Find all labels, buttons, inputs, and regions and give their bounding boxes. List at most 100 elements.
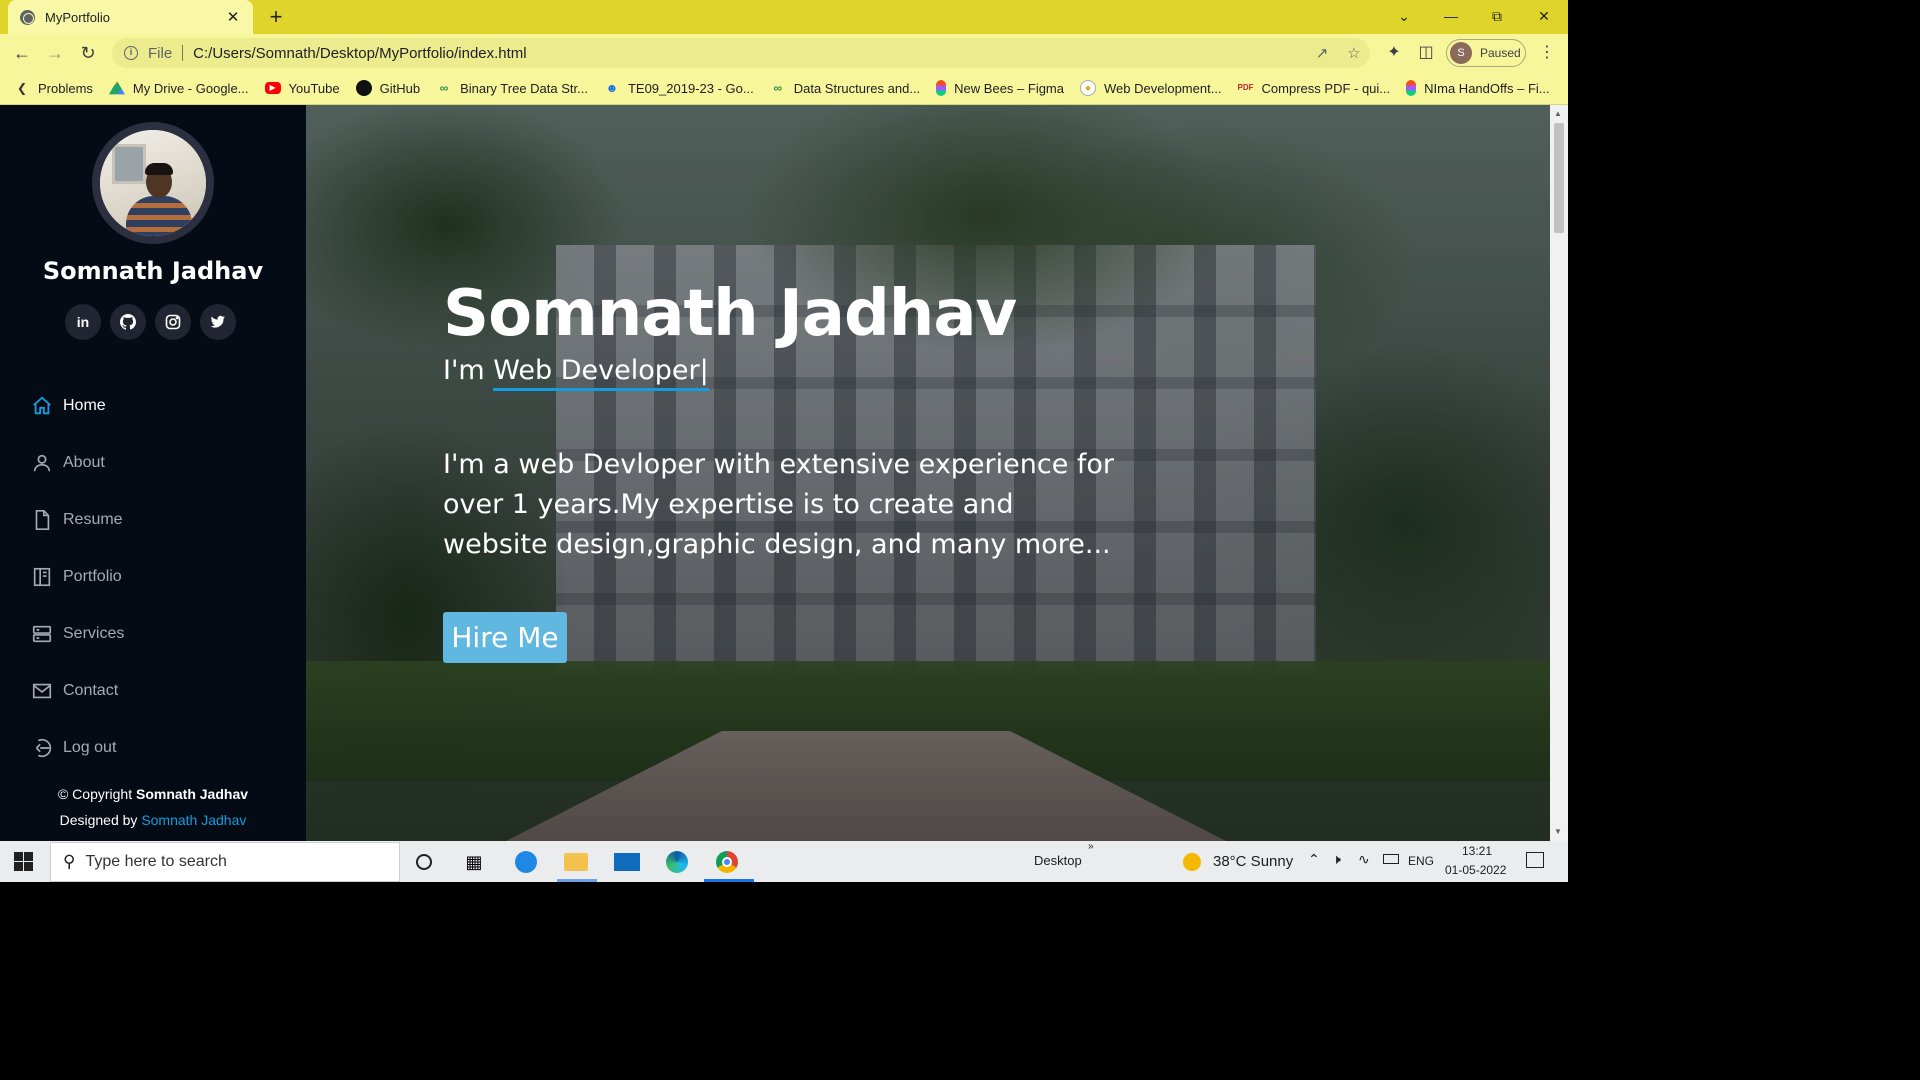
new-tab-button[interactable]: +	[264, 4, 288, 30]
close-window-button[interactable]: ✕	[1527, 4, 1561, 28]
github-icon	[355, 80, 372, 96]
nav-resume[interactable]: Resume	[30, 491, 124, 548]
info-icon[interactable]: i	[124, 46, 138, 60]
bookmark-google-drive[interactable]: My Drive - Google...	[108, 80, 249, 96]
bookmark-new-bees-figma[interactable]: New Bees – Figma	[936, 80, 1064, 96]
language-indicator[interactable]: ENG	[1408, 854, 1434, 868]
envelope-icon	[30, 679, 54, 703]
nav-contact[interactable]: Contact	[30, 662, 124, 719]
nav-label: Services	[63, 624, 125, 642]
nav-about[interactable]: About	[30, 434, 124, 491]
bookmark-te09[interactable]: ☻ TE09_2019-23 - Go...	[604, 80, 754, 96]
minimize-button[interactable]: —	[1434, 4, 1468, 28]
web-icon: ●	[1080, 80, 1096, 96]
profile-button[interactable]: S Paused	[1446, 39, 1526, 67]
bookmark-web-development[interactable]: ● Web Development...	[1080, 80, 1222, 96]
restore-button[interactable]: ⧉	[1480, 4, 1514, 28]
file-explorer-icon[interactable]	[562, 848, 590, 876]
hero-subtitle: I'm Web Developer|	[443, 355, 709, 391]
nav-services[interactable]: Services	[30, 605, 124, 662]
chrome-icon[interactable]	[713, 848, 741, 876]
explorer-running-indicator	[557, 879, 597, 882]
search-icon: ⚲	[63, 852, 76, 871]
sidebar-footer: © Copyright Somnath Jadhav Designed by S…	[0, 781, 306, 833]
instagram-icon[interactable]	[155, 304, 191, 340]
share-icon[interactable]: ↗	[1306, 44, 1338, 62]
clock-time[interactable]: 13:21	[1462, 844, 1492, 858]
edge-icon[interactable]	[663, 848, 691, 876]
nav-portfolio[interactable]: Portfolio	[30, 548, 124, 605]
notification-icon[interactable]	[1526, 852, 1544, 868]
bookmark-label: My Drive - Google...	[132, 80, 249, 96]
scroll-thumb[interactable]	[1554, 123, 1564, 233]
nav-home[interactable]: Home	[30, 377, 124, 434]
bookmark-data-structures[interactable]: ∞ Data Structures and...	[770, 80, 920, 96]
tab-search-icon[interactable]: ⌄	[1387, 4, 1421, 28]
nav-logout[interactable]: Log out	[30, 719, 124, 776]
chevron-right-icon[interactable]: »	[1088, 841, 1094, 852]
search-placeholder[interactable]: Type here to search	[85, 853, 226, 871]
bookmark-binary-tree[interactable]: ∞ Binary Tree Data Str...	[436, 80, 588, 96]
bookmark-label: Compress PDF - qui...	[1261, 80, 1391, 96]
menu-kebab-icon[interactable]: ⋮	[1536, 43, 1558, 63]
cortana-icon[interactable]	[410, 848, 438, 876]
side-panel-icon[interactable]: ◫	[1415, 43, 1437, 63]
browser-tab[interactable]: MyPortfolio ✕	[8, 0, 253, 34]
bookmark-problems[interactable]: ❮ Problems	[14, 80, 93, 96]
hero-description: I'm a web Devloper with extensive experi…	[443, 449, 1115, 560]
reload-button[interactable]: ↻	[75, 41, 101, 65]
logout-icon	[30, 736, 54, 760]
chrome-active-indicator	[704, 879, 754, 882]
bookmark-label: Web Development...	[1104, 80, 1222, 96]
figma-icon	[936, 80, 947, 96]
copyright: © Copyright Somnath Jadhav	[57, 786, 249, 802]
tab-close-icon[interactable]: ✕	[225, 8, 241, 26]
chevron-up-icon[interactable]: ⌃	[1308, 851, 1320, 868]
address-bar[interactable]: i File C:/Users/Somnath/Desktop/MyPortfo…	[112, 38, 1370, 68]
bookmark-star-icon[interactable]: ☆	[1338, 44, 1370, 62]
sidebar-name: Somnath Jadhav	[42, 257, 264, 285]
nav-label: Home	[63, 396, 106, 414]
tab-title: MyPortfolio	[45, 9, 111, 25]
designer-link[interactable]: Somnath Jadhav	[141, 812, 246, 828]
bookmark-label: YouTube	[288, 80, 340, 96]
scroll-down-icon[interactable]: ▼	[1554, 827, 1562, 836]
nav-label: Log out	[63, 738, 117, 756]
windows-start-icon[interactable]	[14, 852, 34, 872]
twitter-icon[interactable]	[200, 304, 236, 340]
address-scheme: File	[148, 44, 173, 62]
profile-status: Paused	[1480, 46, 1521, 60]
task-view-icon[interactable]: ▦	[460, 848, 488, 876]
bookmarks-bar: ❮ Problems My Drive - Google... ▶ YouTub…	[0, 72, 1568, 105]
hire-me-button[interactable]: Hire Me	[443, 612, 567, 663]
address-url[interactable]: C:/Users/Somnath/Desktop/MyPortfolio/ind…	[193, 45, 1306, 62]
battery-icon[interactable]	[1383, 854, 1399, 864]
github-icon[interactable]	[110, 304, 146, 340]
user-icon	[30, 451, 54, 475]
bookmark-youtube[interactable]: ▶ YouTube	[264, 80, 340, 96]
bookmark-nima-handoffs[interactable]: NIma HandOffs – Fi...	[1406, 80, 1550, 96]
bookmark-label: GitHub	[379, 80, 421, 96]
credits: Designed by Somnath Jadhav	[59, 812, 247, 828]
home-icon	[30, 394, 54, 418]
bookmark-github[interactable]: GitHub	[355, 80, 421, 96]
bookmark-compress-pdf[interactable]: PDF Compress PDF - qui...	[1238, 80, 1391, 96]
safari-icon[interactable]	[512, 848, 540, 876]
browser-tab-strip: MyPortfolio ✕ + ⌄ — ⧉ ✕	[0, 0, 1568, 34]
volume-icon[interactable]: 🕨	[1332, 851, 1341, 868]
page-scrollbar[interactable]: ▲ ▼	[1550, 105, 1568, 841]
mail-icon[interactable]	[613, 848, 641, 876]
nav-label: About	[63, 453, 105, 471]
back-button[interactable]: ←	[9, 41, 35, 65]
wifi-icon[interactable]: ∿	[1358, 851, 1370, 868]
taskbar-search[interactable]: ⚲ Type here to search	[50, 842, 400, 882]
extensions-icon[interactable]: ✦	[1383, 43, 1405, 63]
avatar: S	[1450, 42, 1472, 64]
forward-button[interactable]: →	[42, 41, 68, 65]
desktop-toolbar-label[interactable]: Desktop	[1034, 853, 1082, 868]
weather-text[interactable]: 38°C Sunny	[1213, 853, 1293, 870]
bookmark-label: Problems	[38, 80, 93, 96]
scroll-up-icon[interactable]: ▲	[1554, 109, 1562, 118]
clock-date[interactable]: 01-05-2022	[1445, 863, 1506, 877]
linkedin-icon[interactable]: in	[65, 304, 101, 340]
